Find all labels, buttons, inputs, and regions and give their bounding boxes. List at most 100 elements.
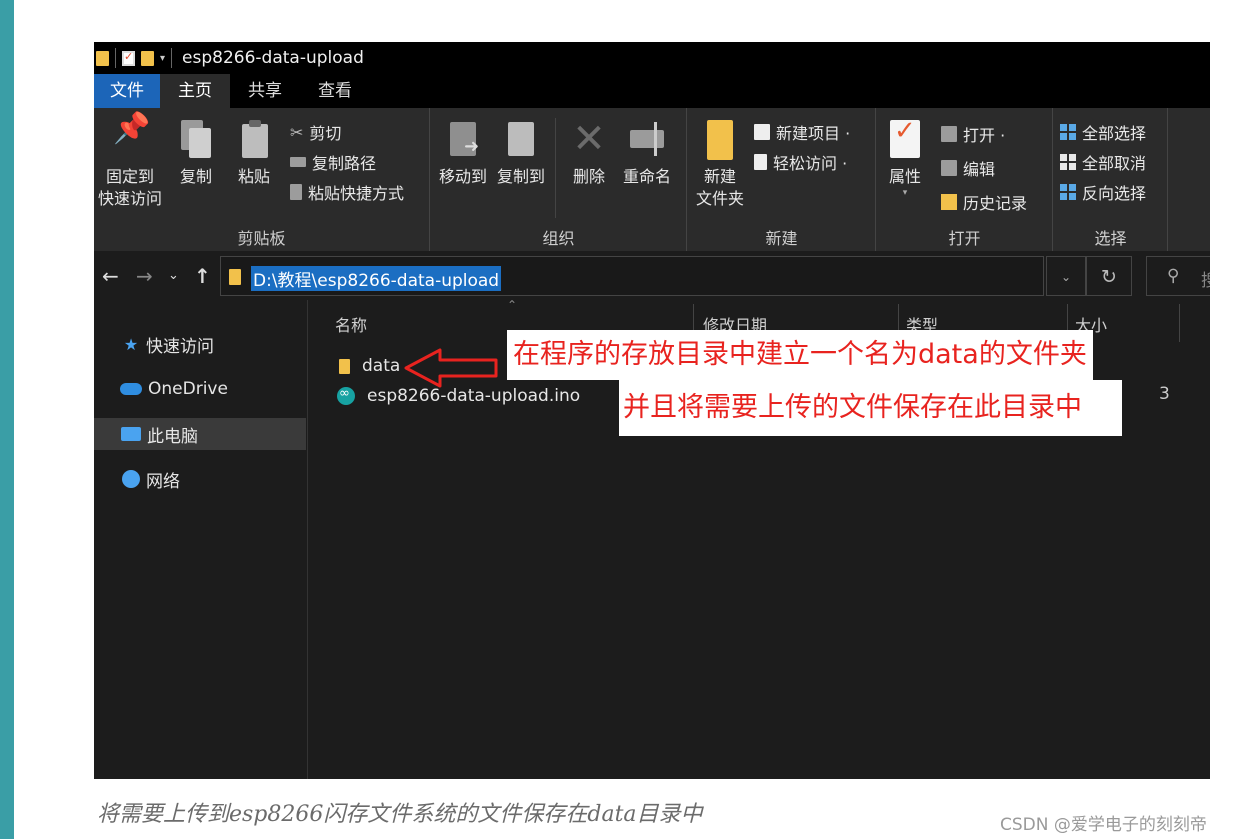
scissors-icon: ✂ xyxy=(290,122,304,142)
cloud-icon xyxy=(120,383,142,395)
rename-label: 重命名 xyxy=(622,167,671,186)
pin-label-line1: 固定到 xyxy=(105,167,154,186)
copy-to-label: 复制到 xyxy=(496,167,545,186)
open-label: 打开 · xyxy=(963,126,1006,145)
sort-ascending-icon: ⌃ xyxy=(507,298,518,312)
nav-item-label: 快速访问 xyxy=(146,336,214,357)
paste-shortcut-button[interactable]: 粘贴快捷方式 xyxy=(290,180,404,204)
address-bar[interactable]: D:\教程\esp8266-data-upload xyxy=(220,256,1044,296)
tab-home[interactable]: 主页 xyxy=(160,74,230,108)
invert-selection-icon xyxy=(1060,184,1076,200)
tab-share[interactable]: 共享 xyxy=(230,74,300,108)
new-folder-button[interactable]: 新建 文件夹 xyxy=(692,118,748,210)
new-item-icon xyxy=(754,124,770,140)
chevron-down-icon[interactable]: ⌄ xyxy=(168,268,179,283)
copy-path-button[interactable]: 复制路径 xyxy=(290,150,376,174)
new-item-button[interactable]: 新建项目 · xyxy=(754,120,850,144)
new-folder-icon[interactable] xyxy=(141,50,154,66)
invert-selection-label: 反向选择 xyxy=(1082,184,1147,203)
address-path[interactable]: D:\教程\esp8266-data-upload xyxy=(251,266,502,291)
rename-button[interactable]: 重命名 xyxy=(617,118,677,188)
clipboard-group-label: 剪贴板 xyxy=(237,229,286,248)
address-row: ← → ⌄ ↑ D:\教程\esp8266-data-upload ⌄ ↻ ⚲ … xyxy=(94,254,1210,300)
nav-item-label: 此电脑 xyxy=(147,426,198,447)
invert-selection-button[interactable]: 反向选择 xyxy=(1060,180,1146,204)
back-arrow-icon[interactable]: ← xyxy=(102,264,119,288)
nav-item-this-pc[interactable]: 此电脑 xyxy=(94,418,306,450)
properties-label: 属性 xyxy=(888,167,921,186)
nav-item-network[interactable]: 网络 xyxy=(94,463,306,495)
file-row-data[interactable]: data xyxy=(339,352,400,380)
easy-access-button[interactable]: 轻松访问 · xyxy=(754,150,847,174)
tab-file[interactable]: 文件 xyxy=(94,74,160,108)
select-none-icon xyxy=(1060,154,1076,170)
select-all-button[interactable]: 全部选择 xyxy=(1060,120,1146,144)
paste-shortcut-label: 粘贴快捷方式 xyxy=(308,184,405,203)
forward-arrow-icon[interactable]: → xyxy=(136,264,153,288)
history-icon xyxy=(941,194,957,210)
paste-button[interactable]: 粘贴 xyxy=(230,118,278,188)
search-box[interactable]: ⚲ 搜 xyxy=(1146,256,1210,296)
new-folder-label-line1: 新建 xyxy=(703,167,736,186)
separator xyxy=(171,48,173,68)
column-header-name[interactable]: 名称 xyxy=(335,312,367,336)
delete-button[interactable]: ✕ 删除 xyxy=(565,118,613,188)
close-icon: ✕ xyxy=(572,116,606,162)
easy-access-icon xyxy=(754,154,767,170)
figure-caption: 将需要上传到esp8266闪存文件系统的文件保存在data目录中 xyxy=(97,802,703,827)
select-all-label: 全部选择 xyxy=(1082,124,1147,143)
up-arrow-icon[interactable]: ↑ xyxy=(194,264,211,288)
copy-to-button[interactable]: 复制到 xyxy=(493,118,549,188)
clipboard-icon xyxy=(237,118,271,160)
refresh-icon[interactable]: ↻ xyxy=(1086,256,1132,296)
history-label: 历史记录 xyxy=(963,194,1028,213)
edit-button[interactable]: 编辑 xyxy=(941,156,995,180)
move-to-button[interactable]: 移动到 xyxy=(435,118,491,188)
cut-button[interactable]: ✂ 剪切 xyxy=(290,120,341,144)
copy-to-icon xyxy=(504,118,538,160)
chevron-down-icon: ▾ xyxy=(902,188,908,198)
window-title: esp8266-data-upload xyxy=(182,48,364,68)
title-bar: ▾ esp8266-data-upload xyxy=(94,42,1210,74)
properties-icon[interactable] xyxy=(122,50,135,66)
nav-item-onedrive[interactable]: OneDrive xyxy=(94,373,306,405)
select-none-button[interactable]: 全部取消 xyxy=(1060,150,1146,174)
select-group-label: 选择 xyxy=(1094,229,1127,248)
pin-to-quick-access-button[interactable]: 📌 固定到 快速访问 xyxy=(96,114,164,210)
organize-group: 移动到 复制到 ✕ 删除 重命名 组织 xyxy=(431,108,687,251)
search-placeholder: 搜 xyxy=(1201,271,1210,291)
tab-view[interactable]: 查看 xyxy=(300,74,370,108)
folder-icon xyxy=(703,118,737,160)
ribbon-tabs: 文件 主页 共享 查看 xyxy=(94,74,1210,108)
new-group: 新建 文件夹 新建项目 · 轻松访问 · 新建 xyxy=(688,108,876,251)
chevron-down-icon[interactable]: ▾ xyxy=(160,53,165,64)
column-separator xyxy=(1179,304,1180,342)
delete-label: 删除 xyxy=(572,167,605,186)
select-group: 全部选择 全部取消 反向选择 选择 xyxy=(1054,108,1168,251)
folder-icon xyxy=(229,269,241,285)
open-group-label: 打开 xyxy=(948,229,981,248)
copy-label: 复制 xyxy=(179,167,212,186)
annotation-line1: 在程序的存放目录中建立一个名为data的文件夹 xyxy=(507,330,1093,380)
edit-icon xyxy=(941,160,957,176)
open-button[interactable]: 打开 · xyxy=(941,122,1005,146)
paste-shortcut-icon xyxy=(290,184,302,200)
separator xyxy=(555,118,556,218)
star-icon: ★ xyxy=(123,334,139,354)
file-explorer-window: ▾ esp8266-data-upload 文件 主页 共享 查看 📌 固定到 … xyxy=(94,42,1210,779)
properties-button[interactable]: 属性 ▾ xyxy=(883,118,927,198)
file-size-clipped: 3 xyxy=(1159,384,1170,404)
move-to-icon xyxy=(446,118,480,160)
history-button[interactable]: 历史记录 xyxy=(941,190,1027,214)
file-name: data xyxy=(362,356,401,376)
separator xyxy=(115,48,116,68)
copy-button[interactable]: 复制 xyxy=(172,118,220,188)
quick-access-toolbar: ▾ xyxy=(94,48,173,68)
annotation-arrow xyxy=(404,348,498,388)
nav-item-label: OneDrive xyxy=(148,379,228,399)
new-folder-label-line2: 文件夹 xyxy=(695,189,744,208)
organize-group-label: 组织 xyxy=(542,229,575,248)
nav-item-quick-access[interactable]: ★ 快速访问 xyxy=(94,328,306,360)
address-history-dropdown[interactable]: ⌄ xyxy=(1046,256,1086,296)
left-accent-strip xyxy=(0,0,14,839)
